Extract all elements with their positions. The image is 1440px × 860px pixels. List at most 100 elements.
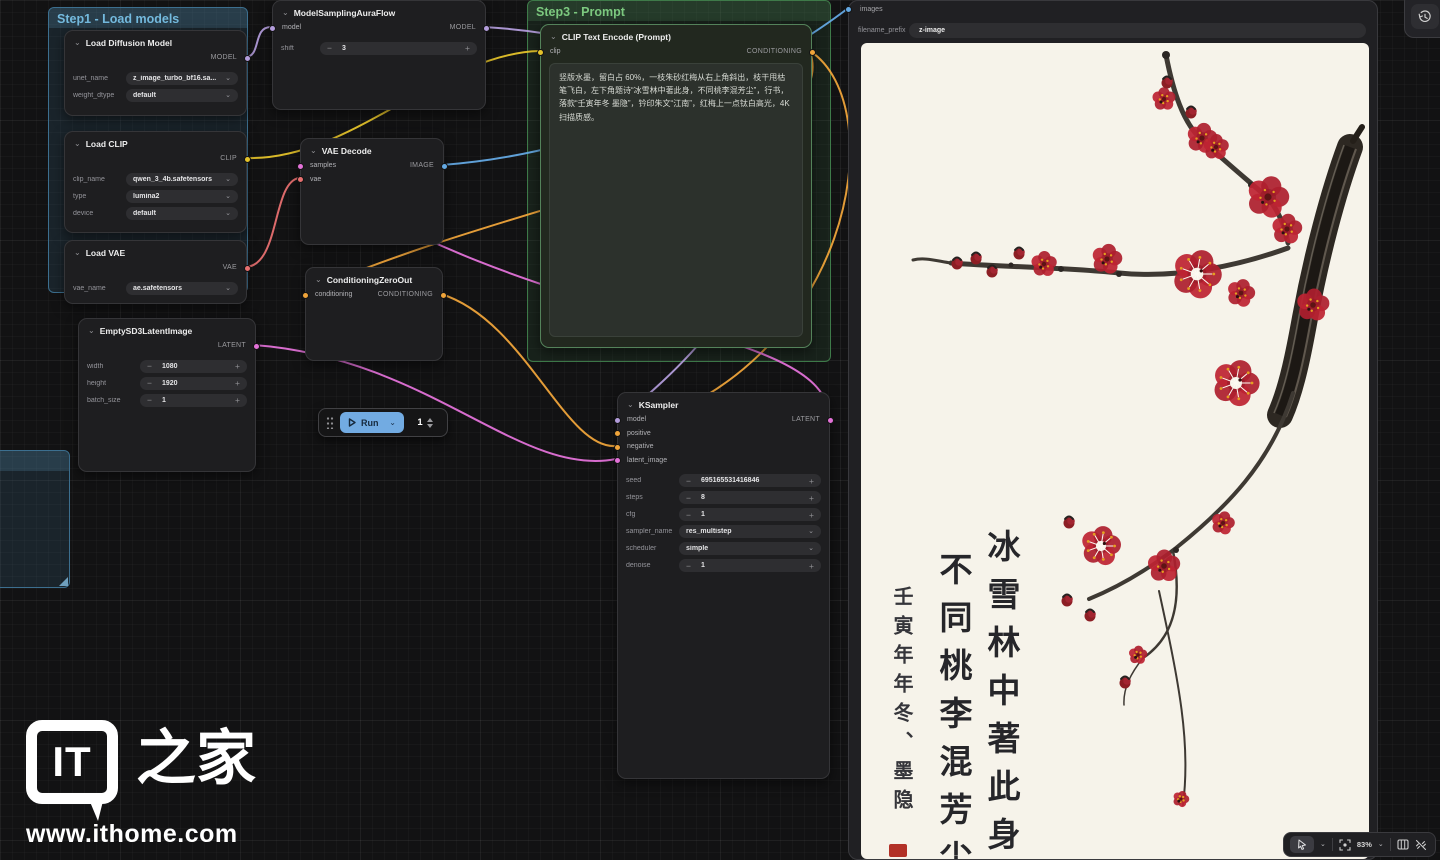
port-clip-input[interactable] (537, 49, 544, 56)
history-button[interactable] (1411, 4, 1439, 29)
widget-vae-name[interactable]: vae_name ae.safetensors⌄ (73, 282, 238, 296)
port-conditioning-input[interactable] (302, 292, 309, 299)
collapse-icon[interactable]: ⌄ (310, 147, 317, 155)
fit-view-button[interactable] (1339, 839, 1351, 851)
vae-name-combo[interactable]: ae.safetensors⌄ (126, 282, 238, 295)
port-latent-image-input[interactable] (614, 457, 621, 464)
collapse-icon[interactable]: ⌄ (74, 39, 81, 47)
widget-sampler-name[interactable]: sampler_name res_multistep⌄ (626, 525, 821, 539)
collapse-icon[interactable]: ⌄ (550, 33, 557, 41)
collapse-icon[interactable]: ⌄ (74, 249, 81, 257)
port-image-output[interactable] (441, 163, 448, 170)
widget-batch-size[interactable]: batch_size −1+ (87, 394, 247, 408)
input-label-model: model (627, 416, 646, 423)
widget-shift[interactable]: shift −3+ (281, 42, 477, 56)
node-load-clip[interactable]: ⌄Load CLIP CLIP clip_name qwen_3_4b.safe… (64, 131, 247, 233)
cfg-stepper[interactable]: −1+ (679, 508, 821, 521)
port-vae-input[interactable] (297, 176, 304, 183)
minimap-button[interactable] (1397, 839, 1409, 850)
prompt-textarea[interactable]: 竖版水墨，留白占 60%，一枝朱砂红梅从右上角斜出，枝干甩枯笔飞白，左下角题诗“… (549, 63, 803, 337)
seed-stepper[interactable]: −695165531416846+ (679, 474, 821, 487)
node-clip-text-encode[interactable]: ⌄CLIP Text Encode (Prompt) clipCONDITION… (540, 24, 812, 348)
device-combo[interactable]: default⌄ (126, 207, 238, 220)
zoom-level[interactable]: 83% (1357, 840, 1372, 849)
widget-seed[interactable]: seed −695165531416846+ (626, 474, 821, 488)
widget-clip-name[interactable]: clip_name qwen_3_4b.safetensors⌄ (73, 173, 238, 187)
collapse-icon[interactable]: ⌄ (282, 9, 289, 17)
group-resize-handle[interactable] (59, 577, 68, 586)
node-title: KSampler (639, 400, 679, 410)
pointer-tool-button[interactable] (1290, 836, 1314, 853)
filename-prefix-input[interactable]: z-image (909, 23, 1366, 38)
clip-name-combo[interactable]: qwen_3_4b.safetensors⌄ (126, 173, 238, 186)
port-negative-input[interactable] (614, 444, 621, 451)
port-vae-output[interactable] (244, 265, 251, 272)
node-conditioning-zero-out[interactable]: ⌄ConditioningZeroOut conditioningCONDITI… (305, 267, 443, 361)
node-model-sampling-auraflow[interactable]: ⌄ModelSamplingAuraFlow modelMODEL shift … (272, 0, 486, 110)
spinner-icon[interactable] (427, 418, 433, 428)
port-latent-output[interactable] (827, 417, 834, 424)
batch-count-stepper[interactable]: 1 (410, 412, 440, 433)
weight-dtype-combo[interactable]: default⌄ (126, 89, 238, 102)
canvas-toolbar[interactable]: ⌄ 83% ⌄ (1283, 832, 1436, 857)
node-graph-canvas[interactable]: Step1 - Load models Step3 - Prompt ⌄Load… (0, 0, 1440, 860)
run-button[interactable]: Run ⌄ (340, 412, 404, 433)
collapse-icon[interactable]: ⌄ (74, 140, 81, 148)
widget-weight-dtype[interactable]: weight_dtype default⌄ (73, 89, 238, 103)
height-stepper[interactable]: −1920+ (140, 377, 247, 390)
shift-stepper[interactable]: −3+ (320, 42, 477, 55)
collapse-icon[interactable]: ⌄ (627, 401, 634, 409)
widget-device[interactable]: device default⌄ (73, 207, 238, 221)
chevron-down-icon[interactable]: ⌄ (1378, 841, 1384, 848)
denoise-stepper[interactable]: −1+ (679, 559, 821, 572)
sampler-name-combo[interactable]: res_multistep⌄ (679, 525, 821, 538)
batch-size-stepper[interactable]: −1+ (140, 394, 247, 407)
port-images-input[interactable] (845, 6, 852, 13)
port-conditioning-output[interactable] (440, 292, 447, 299)
widget-unet-name[interactable]: unet_name z_image_turbo_bf16.sa...⌄ (73, 72, 238, 86)
collapse-icon[interactable]: ⌄ (315, 276, 322, 284)
group-step1-title[interactable]: Step1 - Load models (49, 8, 247, 28)
node-load-vae[interactable]: ⌄Load VAE VAE vae_name ae.safetensors⌄ (64, 240, 247, 304)
width-stepper[interactable]: −1080+ (140, 360, 247, 373)
port-positive-input[interactable] (614, 430, 621, 437)
collapse-icon[interactable]: ⌄ (88, 327, 95, 335)
widget-type[interactable]: type lumina2⌄ (73, 190, 238, 204)
widget-height[interactable]: height −1920+ (87, 377, 247, 391)
group-step3-title[interactable]: Step3 - Prompt (528, 1, 830, 21)
scheduler-combo[interactable]: simple⌄ (679, 542, 821, 555)
widget-steps[interactable]: steps −8+ (626, 491, 821, 505)
chevron-down-icon: ⌄ (808, 528, 814, 535)
type-combo[interactable]: lumina2⌄ (126, 190, 238, 203)
widget-width[interactable]: width −1080+ (87, 360, 247, 374)
node-ksampler[interactable]: ⌄KSampler modelLATENT positive negative … (617, 392, 830, 779)
group-partial[interactable] (0, 450, 70, 588)
drag-handle-icon[interactable] (326, 416, 334, 429)
port-samples-input[interactable] (297, 163, 304, 170)
node-vae-decode[interactable]: ⌄VAE Decode samplesIMAGE vae (300, 138, 444, 245)
history-clock-icon (1418, 10, 1432, 24)
node-save-image[interactable]: images filename_prefix z-image 冰雪林中著此身 不… (848, 0, 1378, 860)
widget-scheduler[interactable]: scheduler simple⌄ (626, 542, 821, 556)
widget-cfg[interactable]: cfg −1+ (626, 508, 821, 522)
unet-name-combo[interactable]: z_image_turbo_bf16.sa...⌄ (126, 72, 238, 85)
port-conditioning-output[interactable] (809, 49, 816, 56)
port-model-output[interactable] (483, 25, 490, 32)
port-clip-output[interactable] (244, 156, 251, 163)
run-bar[interactable]: Run ⌄ 1 (318, 408, 448, 437)
widget-filename-prefix[interactable]: filename_prefix z-image (858, 22, 1366, 38)
chevron-down-icon[interactable]: ⌄ (1320, 841, 1326, 848)
port-model-input[interactable] (614, 417, 621, 424)
port-latent-output[interactable] (253, 343, 260, 350)
steps-stepper[interactable]: −8+ (679, 491, 821, 504)
toggle-links-button[interactable] (1415, 839, 1427, 851)
watermark: IT 之家 www.ithome.com (26, 720, 256, 849)
port-model-output[interactable] (244, 55, 251, 62)
widget-denoise[interactable]: denoise −1+ (626, 559, 821, 573)
chevron-down-icon[interactable]: ⌄ (389, 419, 396, 427)
play-icon (348, 418, 356, 427)
node-empty-sd3-latent-image[interactable]: ⌄EmptySD3LatentImage LATENT width −1080+… (78, 318, 256, 472)
port-model-input[interactable] (269, 25, 276, 32)
input-label-images: images (860, 6, 883, 13)
node-load-diffusion-model[interactable]: ⌄Load Diffusion Model MODEL unet_name z_… (64, 30, 247, 116)
